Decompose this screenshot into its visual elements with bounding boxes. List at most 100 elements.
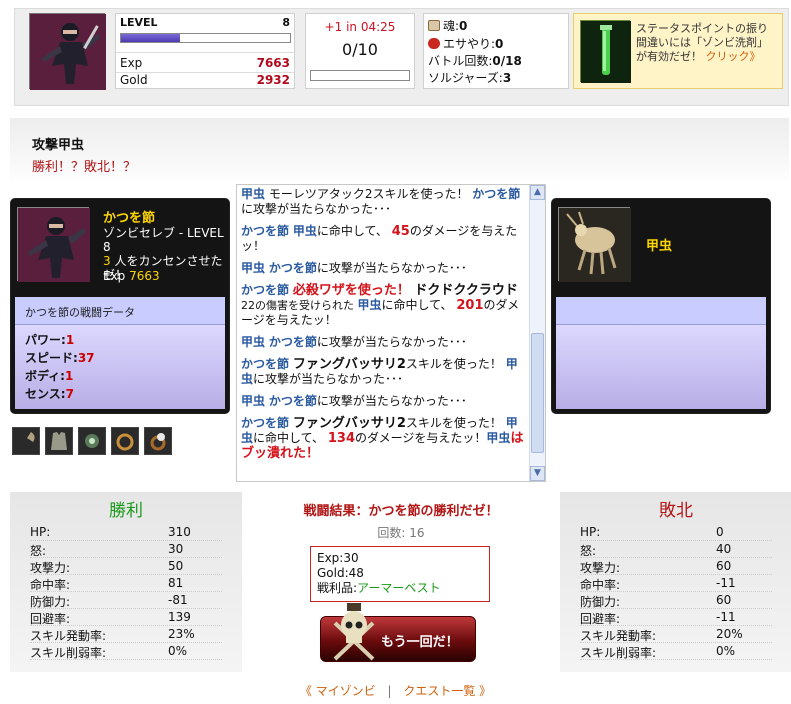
ninja-figure	[30, 14, 106, 90]
item-counts-box: 魂:0 エサやり:0 バトル回数:0/18 ソルジャーズ:3	[423, 13, 569, 89]
stat-speed: スピード:37	[25, 351, 95, 365]
log-entry: かつを節 ファングバッサリ2スキルを使った！ 甲虫に命中して、 134のダメージ…	[241, 416, 524, 461]
feed-icon	[428, 38, 440, 49]
exp-row: Exp 7663	[120, 56, 290, 72]
retry-button[interactable]: もう一回だ！	[320, 603, 476, 662]
battle-count: バトル回数:0/18	[428, 54, 522, 68]
log-scrollbar[interactable]: ▲ ▼	[529, 185, 545, 481]
stamina-timer: +1 in 04:25	[324, 20, 396, 34]
feed-count: エサやり:0	[428, 35, 503, 51]
level-label: LEVEL	[120, 16, 158, 29]
equip-slot-accessory[interactable]	[78, 427, 106, 455]
stat-row: 怒: 40	[580, 541, 772, 558]
win-stats-panel: 勝利 HP: 310 怒: 30 攻撃力: 50 命中率: 81 防御力: -81 回避率…	[10, 492, 242, 672]
ring-icon	[112, 428, 138, 454]
stat-power: パワー:1	[25, 333, 75, 347]
player-card: かつを節 ゾンビセレブ - LEVEL 8 3 人をカンセンさせたゼ！ Exp …	[10, 198, 230, 414]
stat-body: ボディ:1	[25, 369, 74, 383]
reward-box: Exp:30 Gold:48 戦利品:アーマーベスト	[310, 546, 490, 602]
stat-row: スキル発動率: 20%	[580, 626, 772, 643]
stat-row: 攻撃力: 60	[580, 558, 772, 575]
stat-row: 命中率: 81	[30, 575, 222, 592]
stamina-box: +1 in 04:25 0/10	[305, 13, 415, 89]
battle-data-header: かつを節の戦闘データ	[15, 297, 225, 325]
gem-icon	[79, 428, 105, 454]
my-zombie-link[interactable]: 《 マイゾンビ	[300, 684, 376, 698]
retry-label: もう一回だ！	[381, 635, 459, 650]
potion-icon	[580, 20, 631, 83]
win-title: 勝利	[109, 501, 143, 521]
equip-slot-ring-2[interactable]	[144, 427, 172, 455]
log-entry: 甲虫 モーレツアタック2スキルを使った！ かつを節に攻撃が当たらなかった･･･	[241, 187, 521, 216]
turn-count: 回数: 16	[377, 526, 425, 540]
soul-count: 魂:0	[428, 17, 467, 33]
stat-row: 攻撃力: 50	[30, 558, 222, 575]
stat-row: 回避率: -11	[580, 609, 772, 626]
beetle-figure	[559, 208, 631, 282]
soul-icon	[428, 20, 440, 31]
stat-row: スキル削弱率: 0%	[580, 643, 772, 660]
stat-row: 回避率: 139	[30, 609, 222, 626]
stat-row: 防御力: -81	[30, 592, 222, 609]
battle-data-title: かつを節の戦闘データ	[25, 306, 135, 319]
lose-stats-table: HP: 0 怒: 40 攻撃力: 60 命中率: -11 防御力: 60 回避率: -11 …	[580, 524, 772, 660]
tip-text: ステータスポイントの振り間違いには「ゾンビ洗剤」が有効だゼ！ クリック》	[636, 22, 768, 63]
stat-row: 怒: 30	[30, 541, 222, 558]
gold-label: Gold	[120, 73, 148, 87]
scroll-thumb[interactable]	[531, 333, 544, 453]
battle-log[interactable]: 甲虫 モーレツアタック2スキルを使った！ かつを節に攻撃が当たらなかった･･･ …	[236, 184, 546, 482]
reward-gold: Gold:48	[317, 566, 364, 580]
gold-value: 2932	[256, 73, 290, 87]
stat-row: 命中率: -11	[580, 575, 772, 592]
battle-result-text: 戦闘結果：かつを節の勝利だゼ！	[303, 504, 499, 519]
lose-title: 敗北	[659, 501, 693, 521]
level-progress-fill	[121, 34, 181, 42]
stat-row: HP: 310	[30, 524, 222, 541]
stat-row: HP: 0	[580, 524, 772, 541]
level-value: 8	[282, 16, 290, 29]
quest-list-link[interactable]: クエスト一覧 》	[403, 684, 491, 698]
potion-image	[581, 21, 631, 83]
footer-nav: 《 マイゾンビ | クエスト一覧 》	[0, 682, 791, 699]
enemy-data-header	[556, 297, 766, 325]
pearl-ring-icon	[145, 428, 171, 454]
tip-link[interactable]: クリック》	[706, 50, 761, 63]
reward-loot: 戦利品:アーマーベスト	[317, 581, 441, 595]
log-entry: 甲虫 かつを節に攻撃が当たらなかった･･･	[241, 261, 467, 275]
stamina-value: 0/10	[342, 40, 378, 59]
equip-slot-armor[interactable]	[45, 427, 73, 455]
quest-header: 攻撃甲虫 勝利！？敗北！？	[10, 118, 789, 184]
level-box: LEVEL 8 Exp 7663 Gold 2932	[115, 13, 295, 89]
enemy-name: 甲虫	[646, 239, 673, 254]
armor-vest-icon	[46, 428, 72, 454]
equip-slot-ring[interactable]	[111, 427, 139, 455]
stamina-progress-bar	[310, 70, 410, 81]
stat-row: スキル削弱率: 0%	[30, 643, 222, 660]
exp-label: Exp	[120, 56, 143, 70]
win-stats-table: HP: 310 怒: 30 攻撃力: 50 命中率: 81 防御力: -81 回避率: 13…	[30, 524, 222, 660]
skull-crossbones-icon	[333, 603, 375, 661]
player-exp: Exp 7663	[103, 269, 160, 283]
tip-box: ステータスポイントの振り間違いには「ゾンビ洗剤」が有効だゼ！ クリック》	[573, 13, 783, 89]
log-entry: 甲虫 かつを節に攻撃が当たらなかった･･･	[241, 335, 467, 349]
quest-subtitle: 勝利！？敗北！？	[32, 160, 137, 175]
player-avatar[interactable]	[29, 13, 106, 90]
log-entry: 甲虫 かつを節に攻撃が当たらなかった･･･	[241, 394, 467, 408]
log-entry: かつを節 甲虫に命中して、 45のダメージを与えたッ！	[241, 224, 518, 253]
player-portrait	[17, 207, 90, 282]
equip-slot-weapon[interactable]	[12, 427, 40, 455]
exp-value: 7663	[256, 56, 290, 70]
stat-row: 防御力: 60	[580, 592, 772, 609]
ninja-figure	[18, 208, 90, 282]
scroll-up-icon[interactable]: ▲	[530, 185, 545, 200]
player-name: かつを節	[103, 211, 156, 226]
scroll-down-icon[interactable]: ▼	[530, 466, 545, 481]
stat-row: スキル発動率: 23%	[30, 626, 222, 643]
enemy-data-body	[556, 325, 766, 409]
enemy-card: 甲虫	[551, 198, 771, 414]
soldiers-count: ソルジャーズ:3	[428, 71, 512, 85]
scythe-icon	[13, 428, 39, 454]
enemy-portrait	[558, 207, 631, 282]
lose-stats-panel: 敗北 HP: 0 怒: 40 攻撃力: 60 命中率: -11 防御力: 60 回避率: -…	[560, 492, 791, 672]
divider	[116, 52, 294, 53]
